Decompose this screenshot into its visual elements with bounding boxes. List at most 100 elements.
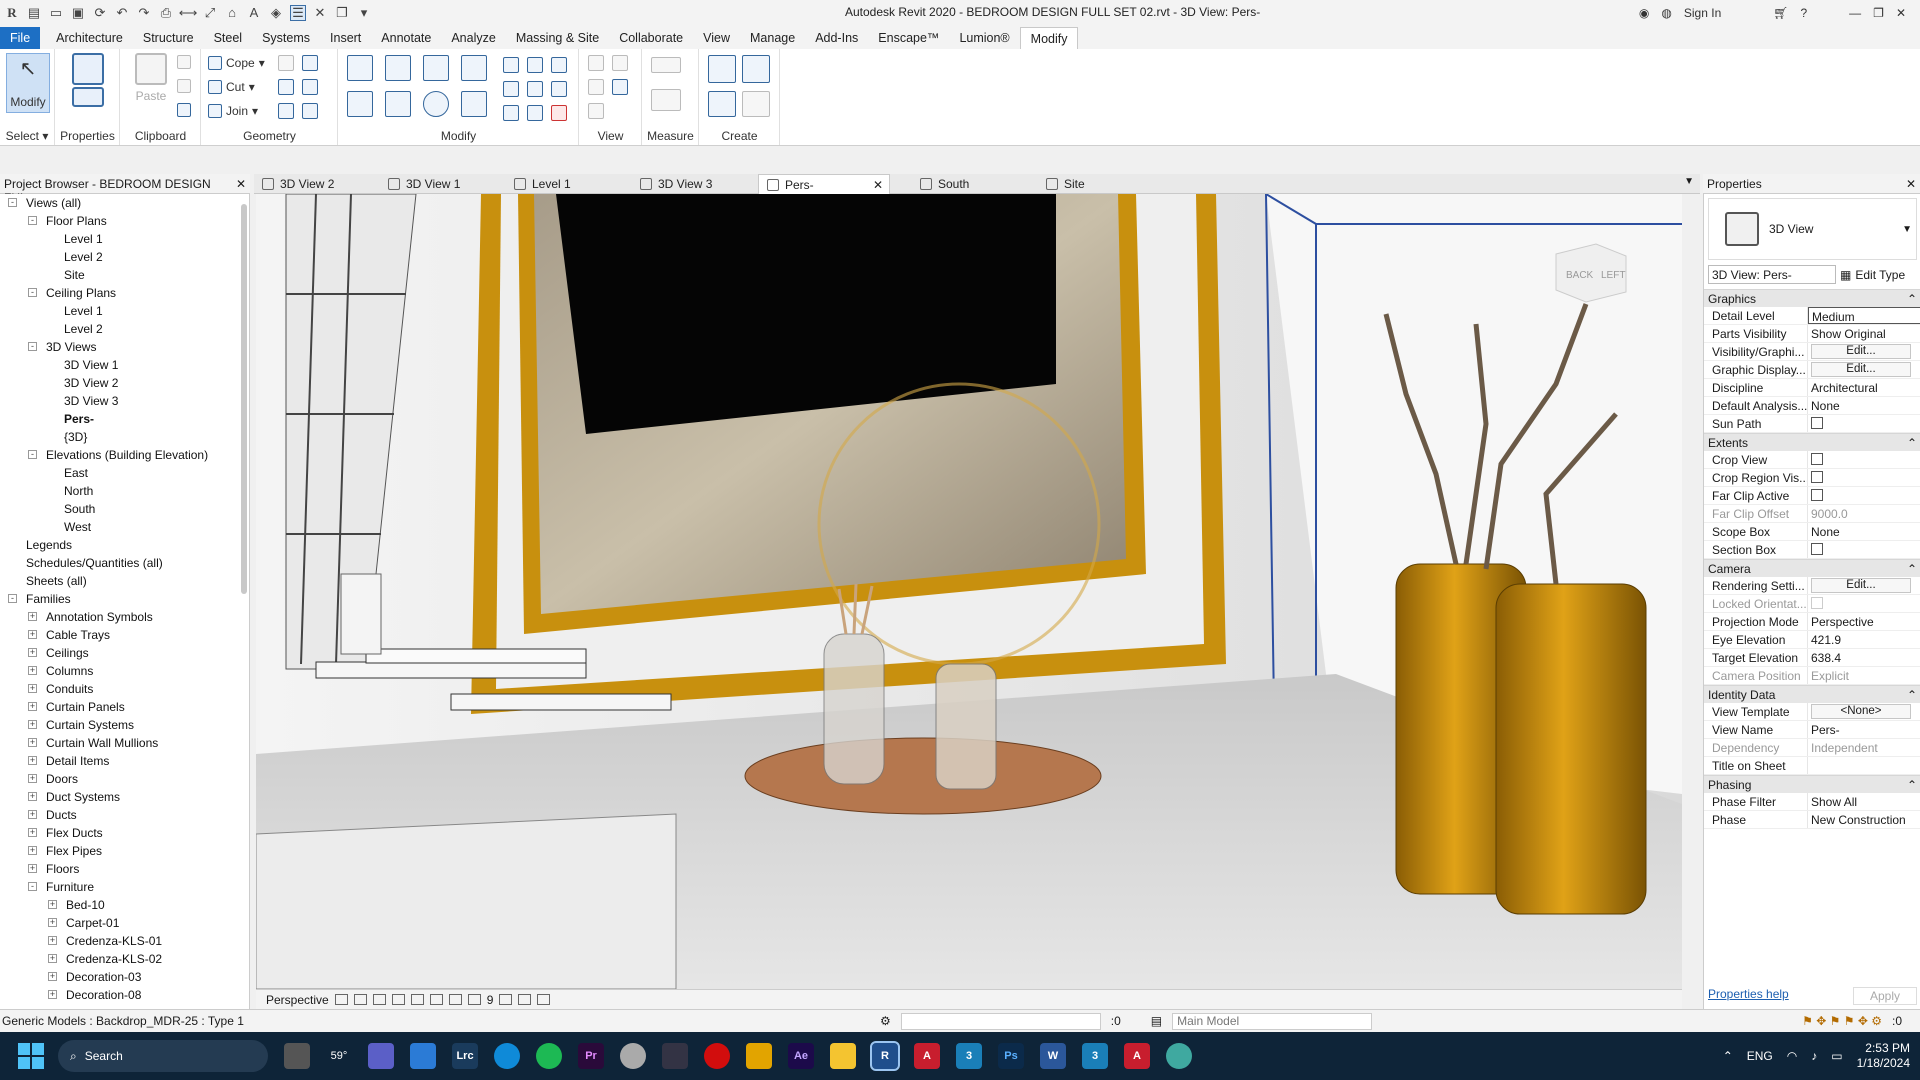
close-hidden-icon[interactable]: ✕	[312, 5, 328, 21]
redo-icon[interactable]: ↷	[136, 5, 152, 21]
spotify-icon[interactable]	[536, 1043, 562, 1069]
wifi-icon[interactable]: ◠	[1787, 1049, 1797, 1063]
expand-icon[interactable]: +	[48, 936, 57, 945]
cut-button[interactable]: Cut ▾	[208, 77, 255, 97]
expand-icon[interactable]: +	[48, 972, 57, 981]
delete-icon[interactable]	[551, 105, 567, 121]
ribbon-tab-massing-site[interactable]: Massing & Site	[506, 27, 609, 49]
show-crop-icon[interactable]	[429, 994, 443, 1005]
property-value[interactable]: Perspective	[1808, 613, 1920, 630]
close-tab-icon[interactable]: ✕	[873, 175, 883, 195]
cut-clip-icon[interactable]	[177, 55, 191, 69]
select-panel-label[interactable]: Select ▾	[0, 129, 54, 143]
properties-section-header[interactable]: Identity Data ⌃	[1704, 685, 1920, 703]
expand-icon[interactable]: +	[28, 630, 37, 639]
tree-item[interactable]: + Conduits	[28, 680, 93, 698]
tree-item[interactable]: West	[48, 518, 91, 536]
create-similar-icon[interactable]	[742, 91, 770, 117]
property-value[interactable]: Architectural	[1808, 379, 1920, 396]
measure-icon[interactable]: ⟷	[179, 5, 198, 21]
wall-joins-icon[interactable]	[278, 55, 294, 71]
tree-item[interactable]: 3D View 2	[48, 374, 118, 392]
tree-item[interactable]: - Ceiling Plans	[28, 284, 116, 302]
viewcube[interactable]: BACK LEFT	[1555, 243, 1627, 303]
pin-icon[interactable]	[551, 81, 567, 97]
reveal-hidden-icon[interactable]	[499, 994, 513, 1005]
help-icon[interactable]: ?	[1800, 6, 1807, 20]
copy-clip-icon[interactable]	[177, 79, 191, 93]
unpin-icon[interactable]	[551, 57, 567, 73]
align-icon[interactable]	[347, 55, 373, 81]
collapse-icon[interactable]: -	[28, 342, 37, 351]
thin-lines-icon[interactable]: ☰	[290, 4, 306, 21]
property-checkbox[interactable]	[1811, 489, 1823, 501]
collapse-section-icon[interactable]: ⌃	[1907, 562, 1917, 576]
mirror-pick-axis-icon[interactable]	[423, 55, 449, 81]
instance-filter-select[interactable]: 3D View: Pers-	[1708, 265, 1836, 284]
tree-item[interactable]: + Decoration-08	[48, 986, 141, 1004]
ribbon-tab-analyze[interactable]: Analyze	[441, 27, 505, 49]
edit-type-button[interactable]: ▦ Edit Type	[1840, 265, 1905, 285]
expand-icon[interactable]: +	[28, 702, 37, 711]
revit-taskbar-icon[interactable]: R	[870, 1041, 900, 1071]
expand-icon[interactable]: +	[28, 738, 37, 747]
tree-item[interactable]: + Cable Trays	[28, 626, 110, 644]
property-edit-button[interactable]: Edit...	[1811, 578, 1911, 593]
property-edit-button[interactable]: Edit...	[1811, 362, 1911, 377]
tree-item[interactable]: + Flex Pipes	[28, 842, 102, 860]
create-group-icon[interactable]	[708, 91, 736, 117]
ribbon-tab-systems[interactable]: Systems	[252, 27, 320, 49]
expand-icon[interactable]: +	[28, 828, 37, 837]
lumion-icon[interactable]	[1166, 1043, 1192, 1069]
tree-item[interactable]: + Bed-10	[48, 896, 105, 914]
tree-item[interactable]: Level 2	[48, 248, 103, 266]
tabs-dropdown-icon[interactable]: ▼	[1684, 176, 1694, 187]
ribbon-tab-modify[interactable]: Modify	[1019, 27, 1079, 49]
collapse-icon[interactable]: -	[28, 288, 37, 297]
tree-item[interactable]: Level 1	[48, 230, 103, 248]
ribbon-tab-insert[interactable]: Insert	[320, 27, 371, 49]
tree-item[interactable]: + Curtain Systems	[28, 716, 134, 734]
close-icon[interactable]: ✕	[1906, 177, 1916, 191]
tree-item[interactable]: Site	[48, 266, 85, 284]
property-checkbox[interactable]	[1811, 543, 1823, 555]
join-button[interactable]: Join ▾	[208, 101, 258, 121]
opera-icon[interactable]	[704, 1043, 730, 1069]
property-value[interactable]: Pers-	[1808, 721, 1920, 738]
sync-icon[interactable]: ⟳	[92, 5, 108, 21]
after-effects-icon[interactable]: Ae	[788, 1043, 814, 1069]
autocad-icon[interactable]: A	[914, 1043, 940, 1069]
tag-icon[interactable]: ⌂	[224, 5, 240, 21]
properties-section-header[interactable]: Phasing ⌃	[1704, 775, 1920, 793]
trim-extend-icon[interactable]	[461, 91, 487, 117]
remove-paint-icon[interactable]	[302, 103, 318, 119]
property-checkbox[interactable]	[1811, 471, 1823, 483]
view-settings-icon[interactable]	[612, 79, 628, 95]
file-explorer-icon[interactable]	[830, 1043, 856, 1069]
property-value[interactable]: None	[1808, 397, 1920, 414]
cope-button[interactable]: Cope ▾	[208, 53, 265, 73]
ribbon-tab-collaborate[interactable]: Collaborate	[609, 27, 693, 49]
create-parts-icon[interactable]	[742, 55, 770, 83]
collapse-icon[interactable]: -	[28, 882, 37, 891]
expand-icon[interactable]: +	[28, 756, 37, 765]
property-value[interactable]: Show All	[1808, 793, 1920, 810]
battery-icon[interactable]: ▭	[1831, 1049, 1842, 1063]
view-tab[interactable]: Level 1	[506, 174, 610, 194]
switch-windows-icon[interactable]: ❐	[334, 5, 350, 21]
taskbar-search[interactable]: ⌕ Search	[58, 1040, 268, 1072]
volume-icon[interactable]: ♪	[1811, 1049, 1817, 1063]
ribbon-tab-view[interactable]: View	[693, 27, 740, 49]
property-value[interactable]	[1808, 757, 1920, 774]
recent-files-icon[interactable]: ▤	[26, 5, 42, 21]
hide-in-view-icon[interactable]	[588, 55, 604, 71]
sun-path-icon[interactable]	[353, 994, 367, 1005]
tree-item[interactable]: - Floor Plans	[28, 212, 107, 230]
minimize-icon[interactable]: —	[1849, 6, 1861, 20]
close-icon[interactable]: ✕	[236, 177, 246, 191]
tree-item[interactable]: + Curtain Wall Mullions	[28, 734, 158, 752]
sign-in-link[interactable]: Sign In	[1684, 6, 1721, 20]
tree-item[interactable]: + Columns	[28, 662, 93, 680]
chevron-up-icon[interactable]: ⌃	[1723, 1049, 1733, 1063]
expand-icon[interactable]: +	[48, 990, 57, 999]
